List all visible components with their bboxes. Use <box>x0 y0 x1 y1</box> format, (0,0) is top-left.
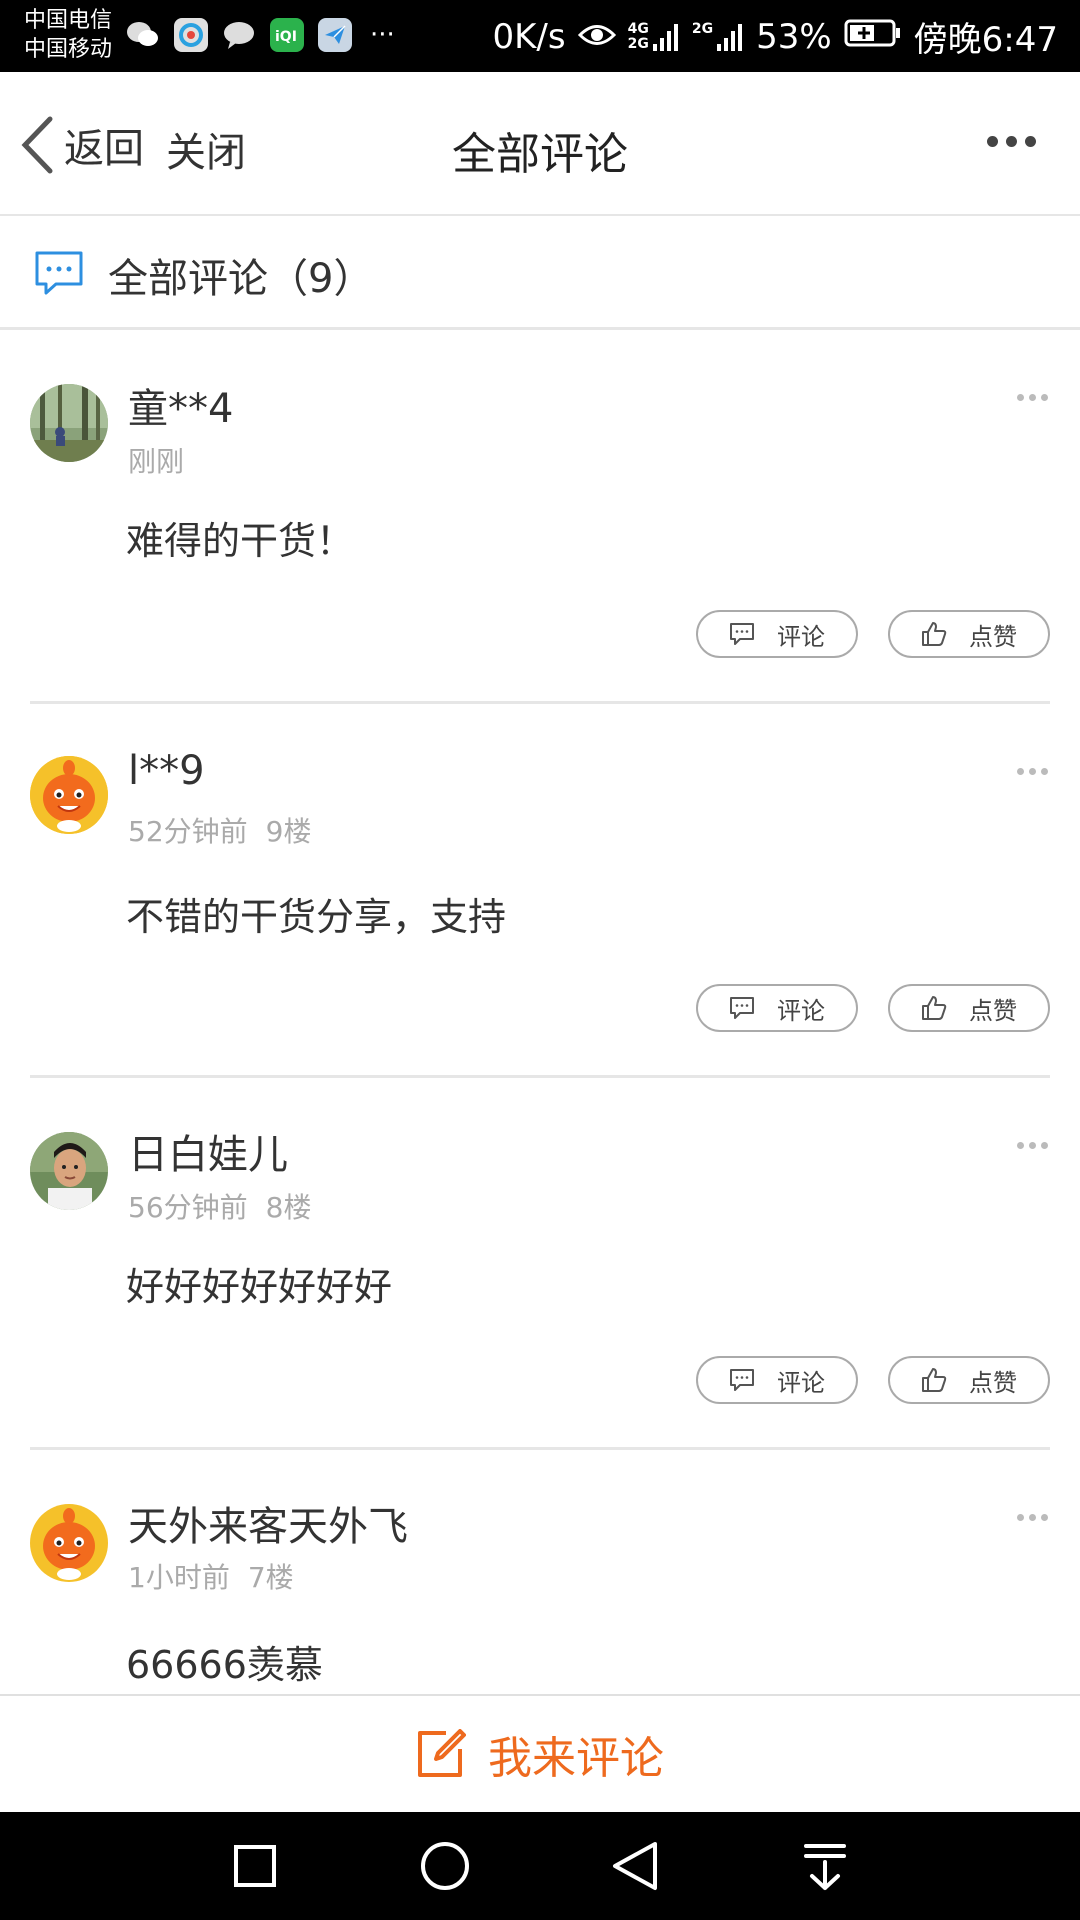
comment-more-button[interactable] <box>1017 1142 1048 1149</box>
avatar[interactable] <box>30 384 108 462</box>
signal-bars-icon <box>652 23 678 51</box>
comment-meta: 52分钟前 9楼 <box>128 810 311 850</box>
reply-button[interactable]: 评论 <box>696 1356 858 1404</box>
home-button[interactable] <box>415 1836 475 1896</box>
page-title: 全部评论 <box>452 129 628 180</box>
notification-icons: iQI ··· <box>126 18 395 52</box>
eye-comfort-icon <box>577 17 616 57</box>
comment-time: 刚刚 <box>128 445 185 478</box>
comment-meta: 刚刚 <box>128 440 184 480</box>
edit-icon <box>418 1729 466 1777</box>
dot <box>1006 136 1017 147</box>
comment-floor: 7楼 <box>247 1561 294 1594</box>
comment-item: l**9 52分钟前 9楼 不错的干货分享，支持 评论 点赞 <box>0 704 1080 1078</box>
like-label: 点赞 <box>969 1368 1017 1397</box>
dot <box>987 136 998 147</box>
comment-text: 好好好好好好好 <box>126 1265 393 1309</box>
dot <box>1025 136 1036 147</box>
like-button[interactable]: 点赞 <box>888 610 1050 658</box>
comment-floor: 9楼 <box>265 815 312 848</box>
carrier-1: 中国电信 <box>24 8 113 33</box>
comment-item: 天外来客天外飞 1小时前 7楼 66666羡慕 <box>0 1450 1080 1694</box>
carrier-names: 中国电信 中国移动 <box>24 6 112 64</box>
comment-more-button[interactable] <box>1017 1514 1048 1521</box>
like-button[interactable]: 点赞 <box>888 1356 1050 1404</box>
net-type-1b: 2G <box>627 35 649 52</box>
comment-meta: 56分钟前 8楼 <box>128 1186 311 1226</box>
circle-icon <box>421 1842 469 1890</box>
comment-more-button[interactable] <box>1017 768 1048 775</box>
comment-time: 1小时前 <box>128 1561 230 1594</box>
comment-bubble-icon <box>34 250 84 300</box>
signal-2: 2G <box>691 20 744 52</box>
triangle-back-icon <box>613 1842 657 1890</box>
comment-floor: 8楼 <box>265 1191 312 1224</box>
comment-icon <box>730 997 754 1019</box>
more-notifications-indicator: ··· <box>370 20 395 50</box>
app-header: 返回 关闭 全部评论 <box>0 72 1080 216</box>
avatar[interactable] <box>30 1504 108 1582</box>
net-speed: 0K/s <box>492 16 566 57</box>
comment-item: 日白娃儿 56分钟前 8楼 好好好好好好好 评论 点赞 <box>0 1078 1080 1450</box>
avatar[interactable] <box>30 756 108 834</box>
net-type-2: 2G <box>691 20 714 37</box>
status-bar: 中国电信 中国移动 iQI ··· 0K/s 4G 2G 2G 53% 傍晚6:… <box>0 0 1080 72</box>
comments-count-title: 全部评论（9） <box>108 256 374 302</box>
comment-username[interactable]: 天外来客天外飞 <box>128 1494 408 1552</box>
signal-1: 4G 2G <box>627 20 680 52</box>
carrier-2: 中国移动 <box>24 37 113 62</box>
paper-plane-icon <box>318 18 352 52</box>
wechat-icon <box>126 18 160 52</box>
message-icon <box>222 18 256 52</box>
reply-label: 评论 <box>777 1368 825 1397</box>
comment-text: 66666羡慕 <box>126 1643 323 1687</box>
notification-shade-button[interactable] <box>795 1836 855 1896</box>
avatar[interactable] <box>30 1132 108 1210</box>
reply-label: 评论 <box>777 996 825 1025</box>
comment-time: 52分钟前 <box>128 815 248 848</box>
comment-icon <box>730 1369 754 1391</box>
back-nav-button[interactable] <box>605 1836 665 1896</box>
svg-text:iQI: iQI <box>275 29 297 45</box>
iqiyi-icon: iQI <box>270 18 304 52</box>
comments-section-header: 全部评论（9） <box>0 216 1080 330</box>
reply-button[interactable]: 评论 <box>696 610 858 658</box>
square-icon <box>234 1845 276 1887</box>
reply-button[interactable]: 评论 <box>696 984 858 1032</box>
clock: 傍晚6:47 <box>913 20 1058 60</box>
thumbs-up-icon <box>922 996 947 1020</box>
like-label: 点赞 <box>969 622 1017 651</box>
thumbs-up-icon <box>922 622 947 646</box>
net-type-1: 4G <box>627 20 649 37</box>
comment-text: 不错的干货分享，支持 <box>126 895 507 939</box>
pull-down-icon <box>804 1844 846 1890</box>
comment-more-button[interactable] <box>1017 394 1048 401</box>
system-status: 0K/s 4G 2G 2G 53% 傍晚6:47 <box>492 12 1058 61</box>
more-menu-button[interactable] <box>987 136 1036 147</box>
write-comment-label: 我来评论 <box>488 1733 664 1784</box>
comment-item: 童**4 刚刚 难得的干货！ 评论 点赞 <box>0 330 1080 704</box>
reply-label: 评论 <box>777 622 825 651</box>
system-nav-bar <box>0 1812 1080 1920</box>
write-comment-button[interactable]: 我来评论 <box>0 1694 1080 1812</box>
comment-username[interactable]: l**9 <box>128 748 205 794</box>
news-app-icon <box>174 18 208 52</box>
like-label: 点赞 <box>969 996 1017 1025</box>
battery-charging-icon <box>844 17 902 57</box>
comment-username[interactable]: 日白娃儿 <box>128 1122 288 1180</box>
like-button[interactable]: 点赞 <box>888 984 1050 1032</box>
signal-bars-icon <box>717 23 743 51</box>
comment-time: 56分钟前 <box>128 1191 248 1224</box>
comment-icon <box>730 623 754 645</box>
comment-text: 难得的干货！ <box>126 519 355 563</box>
comment-username[interactable]: 童**4 <box>128 376 233 434</box>
battery-percent: 53% <box>756 16 832 57</box>
thumbs-up-icon <box>922 1368 947 1392</box>
comment-meta: 1小时前 7楼 <box>128 1556 294 1596</box>
recents-button[interactable] <box>225 1836 285 1896</box>
